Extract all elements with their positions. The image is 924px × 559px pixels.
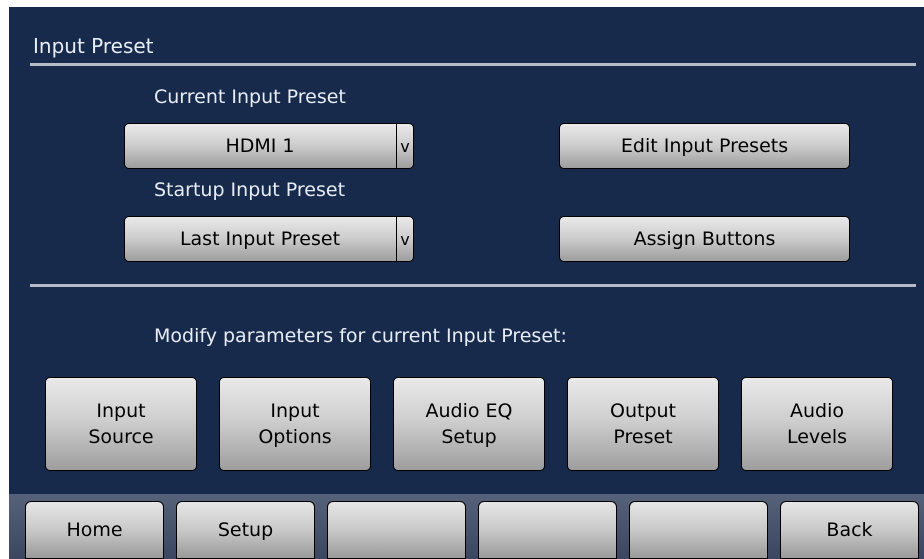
input-source-label: Input Source <box>88 400 154 448</box>
footer-blank-button-2[interactable] <box>478 501 617 559</box>
input-options-label: Input Options <box>258 400 332 448</box>
header-divider <box>30 63 916 66</box>
home-button[interactable]: Home <box>25 501 164 559</box>
setup-button[interactable]: Setup <box>176 501 315 559</box>
page-title: Input Preset <box>33 34 154 58</box>
footer-blank-button-3[interactable] <box>629 501 768 559</box>
audio-levels-button[interactable]: Audio Levels <box>741 377 893 471</box>
footer-bar: Home Setup Back <box>9 494 924 559</box>
chevron-down-icon[interactable]: v <box>396 124 413 168</box>
back-button[interactable]: Back <box>780 501 919 559</box>
output-preset-button[interactable]: Output Preset <box>567 377 719 471</box>
startup-preset-label: Startup Input Preset <box>154 179 346 201</box>
startup-preset-dropdown[interactable]: Last Input Preset v <box>124 216 414 262</box>
edit-input-presets-button[interactable]: Edit Input Presets <box>559 123 850 169</box>
startup-preset-value: Last Input Preset <box>179 228 341 250</box>
input-options-button[interactable]: Input Options <box>219 377 371 471</box>
audio-eq-setup-label: Audio EQ Setup <box>425 400 513 448</box>
footer-blank-button-1[interactable] <box>327 501 466 559</box>
current-preset-value: HDMI 1 <box>225 135 295 157</box>
input-preset-screen: Input Preset Current Input Preset HDMI 1… <box>9 7 924 559</box>
assign-buttons-button[interactable]: Assign Buttons <box>559 216 850 262</box>
audio-eq-setup-button[interactable]: Audio EQ Setup <box>393 377 545 471</box>
input-source-button[interactable]: Input Source <box>45 377 197 471</box>
chevron-down-icon[interactable]: v <box>396 217 413 261</box>
modify-parameters-label: Modify parameters for current Input Pres… <box>154 325 567 347</box>
current-preset-label: Current Input Preset <box>154 86 346 108</box>
audio-levels-label: Audio Levels <box>786 400 848 448</box>
section-divider <box>30 284 916 287</box>
current-preset-dropdown[interactable]: HDMI 1 v <box>124 123 414 169</box>
output-preset-label: Output Preset <box>610 400 676 448</box>
